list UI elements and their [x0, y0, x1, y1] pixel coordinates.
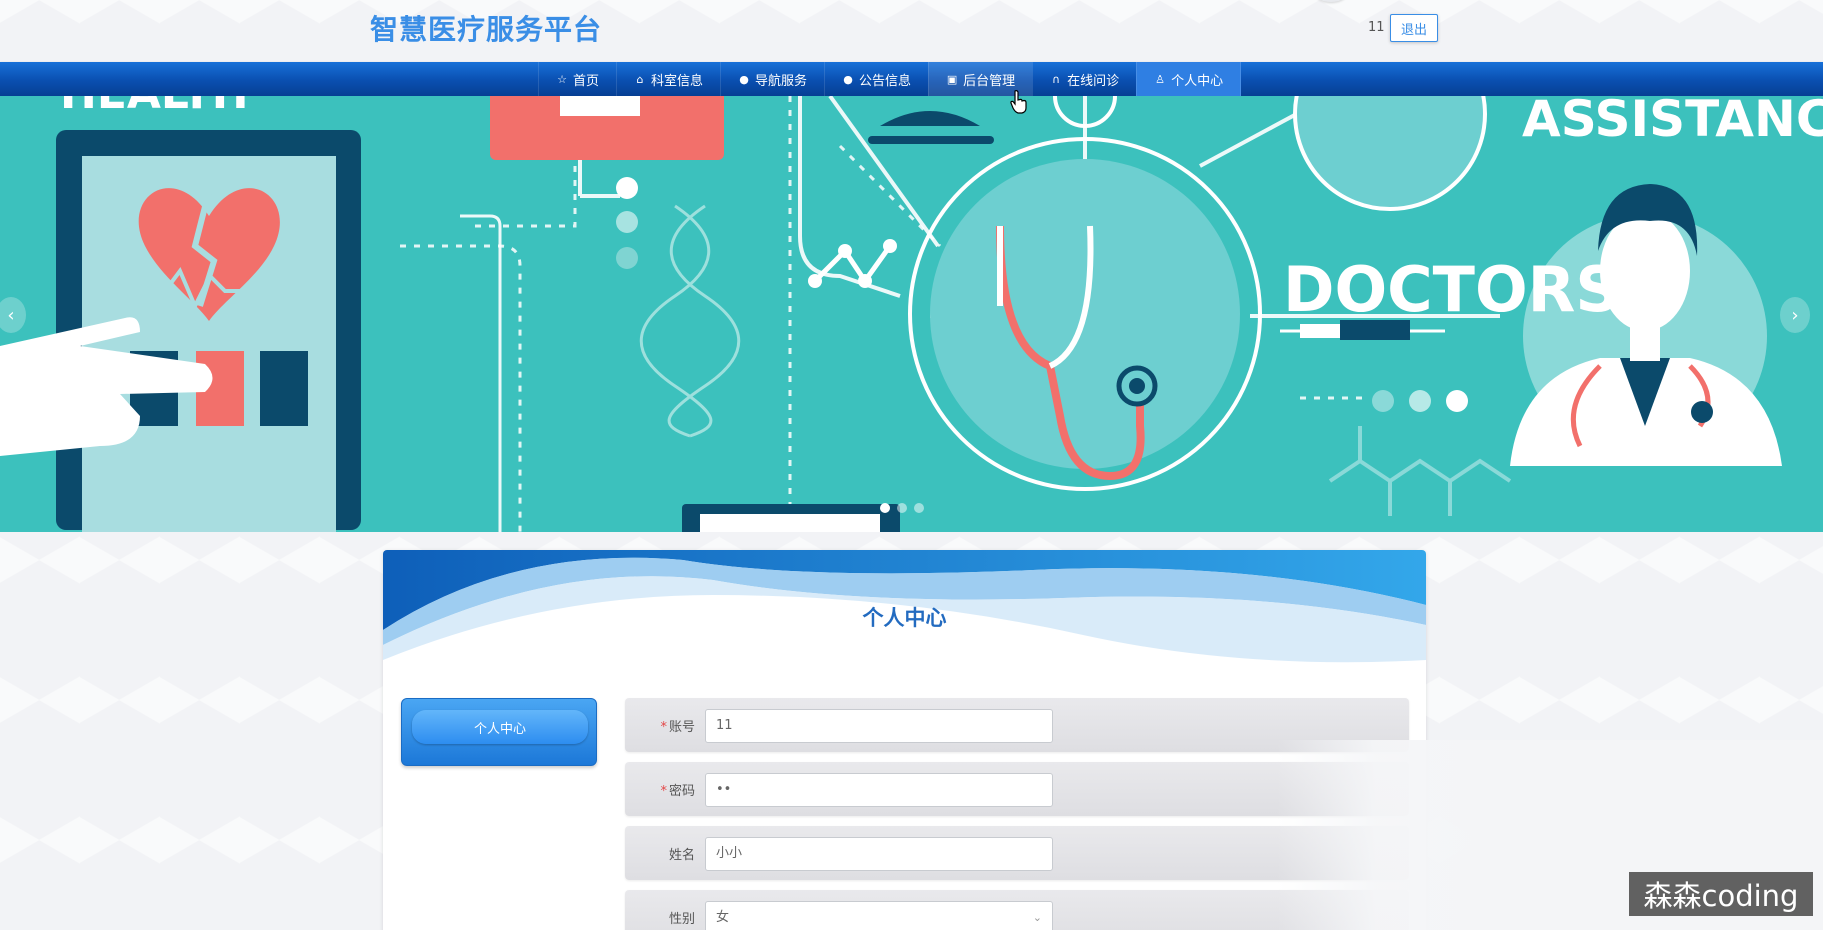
headset-icon: ∩: [1052, 72, 1061, 86]
nav-item-label: 导航服务: [755, 73, 808, 89]
nav-item-departments[interactable]: ⌂ 科室信息: [616, 62, 720, 96]
content-panel: 个人中心 个人中心 * 账号 11 * 密码 •• 姓名 小小 性别 女 ⌄: [383, 550, 1426, 930]
chevron-right-icon: ›: [1791, 304, 1799, 326]
svg-text:HEALTH: HEALTH: [60, 96, 249, 119]
side-menu: 个人中心: [401, 698, 597, 766]
info-icon: ●: [739, 72, 749, 86]
carousel-dot[interactable]: [880, 503, 890, 513]
site-title: 智慧医疗服务平台: [370, 13, 603, 46]
required-marker: *: [660, 720, 667, 735]
carousel-dot[interactable]: [897, 503, 907, 513]
username-label: 11: [1368, 20, 1385, 35]
star-icon: ☆: [557, 72, 567, 86]
logout-button[interactable]: 退出: [1390, 14, 1438, 42]
nav-item-personal-center[interactable]: ♙ 个人中心: [1136, 62, 1242, 96]
password-label: * 密码: [625, 780, 695, 799]
carousel-next-button[interactable]: ›: [1780, 297, 1810, 333]
banner-carousel: HEALTH: [0, 96, 1823, 532]
user-icon: ♙: [1155, 72, 1166, 86]
watermark: 森森coding: [1629, 872, 1813, 916]
main-nav: ☆ 首页 ⌂ 科室信息 ● 导航服务 ● 公告信息 ▣ 后台管理 ∩ 在线问诊 …: [0, 62, 1823, 96]
dashboard-icon: ▣: [946, 72, 958, 86]
account-label-text: 账号: [668, 720, 695, 735]
gender-label: 性别: [668, 912, 695, 927]
nav-item-label: 个人中心: [1171, 73, 1224, 89]
gender-select-value: 女: [716, 910, 730, 925]
nav-item-online-consult[interactable]: ∩ 在线问诊: [1032, 62, 1136, 96]
account-field[interactable]: 11: [705, 709, 1053, 743]
carousel-dot[interactable]: [914, 503, 924, 513]
gender-select[interactable]: 女 ⌄: [705, 901, 1053, 930]
carousel-indicators: [880, 503, 924, 513]
mouse-cursor-icon: [1010, 90, 1027, 114]
avatar[interactable]: [1313, 0, 1349, 2]
banner-text-assistance: ASSISTANCE: [1522, 96, 1823, 148]
nav-item-label: 公告信息: [859, 73, 912, 89]
banner-illustration: HEALTH: [0, 96, 1823, 532]
nav-item-label: 在线问诊: [1067, 73, 1120, 89]
chevron-down-icon: ⌄: [1032, 911, 1042, 924]
required-marker: *: [660, 784, 667, 799]
password-field[interactable]: ••: [705, 773, 1053, 807]
nav-item-announcements[interactable]: ● 公告信息: [824, 62, 928, 96]
nav-item-label: 后台管理: [963, 73, 1016, 89]
name-label: 姓名: [668, 848, 695, 863]
side-menu-item-personal-center[interactable]: 个人中心: [412, 710, 588, 744]
nav-item-label: 首页: [573, 73, 600, 89]
header: 智慧医疗服务平台 11 退出: [0, 0, 1823, 62]
chevron-left-icon: ‹: [7, 304, 15, 326]
account-label: * 账号: [625, 716, 695, 735]
info-icon: ●: [843, 72, 853, 86]
password-label-text: 密码: [668, 784, 695, 799]
name-field[interactable]: 小小: [705, 837, 1053, 871]
banner-text-doctors: DOCTORS: [1283, 253, 1620, 326]
page-title: 个人中心: [862, 606, 947, 630]
nav-item-home[interactable]: ☆ 首页: [538, 62, 616, 96]
home-icon: ⌂: [636, 72, 644, 86]
nav-item-label: 科室信息: [651, 73, 704, 89]
nav-item-navigation-service[interactable]: ● 导航服务: [720, 62, 824, 96]
